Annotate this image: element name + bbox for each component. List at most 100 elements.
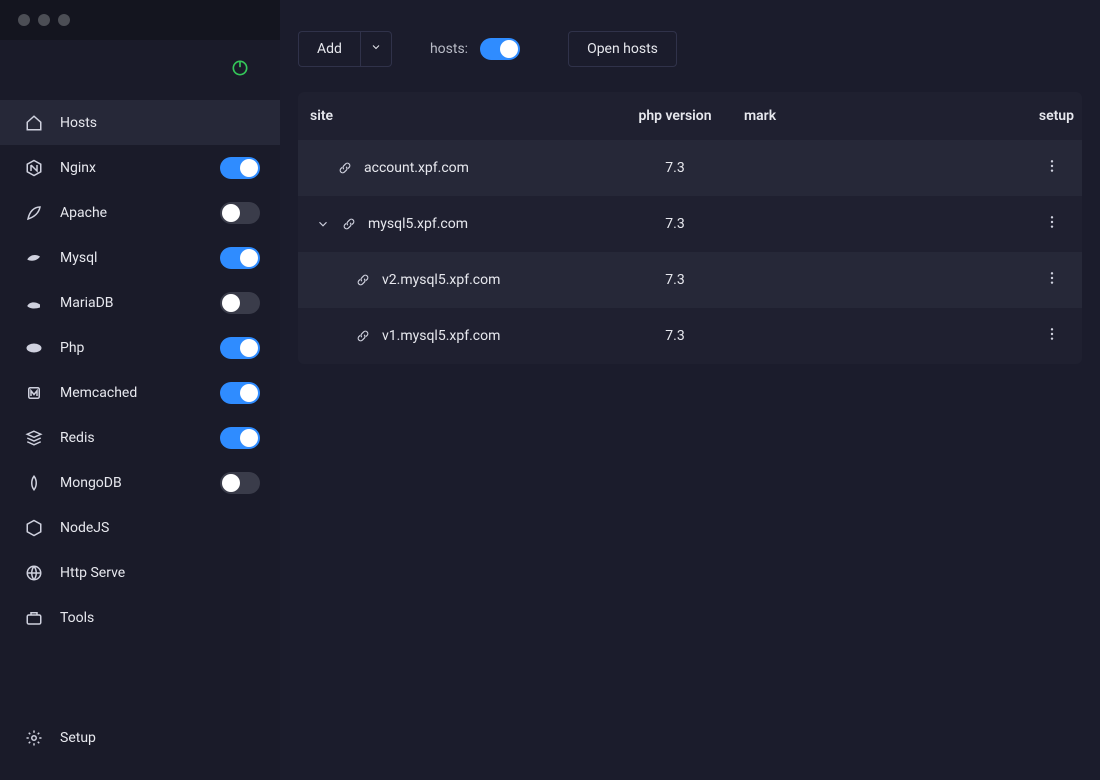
sidebar-item-httpserve[interactable]: Http Serve xyxy=(0,550,280,595)
add-button-label: Add xyxy=(317,41,342,57)
more-vertical-icon xyxy=(1044,158,1060,178)
sidebar-item-label: Php xyxy=(60,340,84,356)
sidebar-toggle-mysql[interactable] xyxy=(220,247,260,269)
sidebar-item-label: NodeJS xyxy=(60,520,109,536)
sidebar-toggle-php[interactable] xyxy=(220,337,260,359)
add-button[interactable]: Add xyxy=(298,31,360,67)
sidebar-item-memcached[interactable]: Memcached xyxy=(0,370,280,415)
php-version: 7.3 xyxy=(610,328,740,344)
link-icon[interactable] xyxy=(338,161,352,175)
site-name: account.xpf.com xyxy=(364,160,469,176)
nginx-icon xyxy=(24,158,44,178)
hosts-label: hosts: xyxy=(430,41,468,57)
power-icon[interactable] xyxy=(230,58,250,82)
link-icon[interactable] xyxy=(342,217,356,231)
sidebar-item-nodejs[interactable]: NodeJS xyxy=(0,505,280,550)
site-name: v2.mysql5.xpf.com xyxy=(382,272,500,288)
toolbar: Add hosts: Open hosts xyxy=(298,30,1082,68)
site-cell: v1.mysql5.xpf.com xyxy=(310,328,610,344)
sidebar-item-label: Redis xyxy=(60,430,95,446)
sidebar-item-label: Memcached xyxy=(60,385,137,401)
globe-icon xyxy=(24,563,44,583)
stack-icon xyxy=(24,428,44,448)
gear-icon xyxy=(24,728,44,748)
leaf-icon xyxy=(24,473,44,493)
sidebar-item-label: Hosts xyxy=(60,115,97,131)
hosts-table: site php version mark setup account.xpf.… xyxy=(298,92,1082,364)
traffic-light-minimize[interactable] xyxy=(38,14,50,26)
sidebar-toggle-nginx[interactable] xyxy=(220,157,260,179)
hosts-toggle[interactable] xyxy=(480,38,520,60)
table-row[interactable]: mysql5.xpf.com 7.3 xyxy=(298,196,1082,252)
sidebar-item-setup[interactable]: Setup xyxy=(24,715,260,760)
sidebar-item-tools[interactable]: Tools xyxy=(0,595,280,640)
sidebar-item-label: Mysql xyxy=(60,250,97,266)
sidebar-toggle-memcached[interactable] xyxy=(220,382,260,404)
site-name: mysql5.xpf.com xyxy=(368,216,468,232)
toolbox-icon xyxy=(24,608,44,628)
sidebar-item-label: Tools xyxy=(60,610,94,626)
row-setup-button[interactable] xyxy=(1038,266,1066,294)
sidebar-item-mariadb[interactable]: MariaDB xyxy=(0,280,280,325)
site-cell: mysql5.xpf.com xyxy=(310,216,610,232)
sidebar-nav: Hosts Nginx Apache Mysql MariaDB Php Memcached… xyxy=(0,100,280,715)
more-vertical-icon xyxy=(1044,270,1060,290)
sidebar-item-php[interactable]: Php xyxy=(0,325,280,370)
add-dropdown-button[interactable] xyxy=(360,31,392,67)
sidebar-item-mysql[interactable]: Mysql xyxy=(0,235,280,280)
window-titlebar xyxy=(0,0,280,40)
site-name: v1.mysql5.xpf.com xyxy=(382,328,500,344)
table-row[interactable]: v1.mysql5.xpf.com 7.3 xyxy=(298,308,1082,364)
main-content: Add hosts: Open hosts site php version m… xyxy=(280,0,1100,780)
hex-icon xyxy=(24,518,44,538)
sidebar-item-mongodb[interactable]: MongoDB xyxy=(0,460,280,505)
sidebar-toggle-apache[interactable] xyxy=(220,202,260,224)
table-row[interactable]: v2.mysql5.xpf.com 7.3 xyxy=(298,252,1082,308)
chevron-down-icon[interactable] xyxy=(316,217,330,231)
feather-icon xyxy=(24,203,44,223)
sidebar-item-nginx[interactable]: Nginx xyxy=(0,145,280,190)
php-icon xyxy=(24,338,44,358)
col-setup: setup xyxy=(1022,108,1082,124)
sidebar-item-apache[interactable]: Apache xyxy=(0,190,280,235)
php-version: 7.3 xyxy=(610,216,740,232)
row-setup-button[interactable] xyxy=(1038,154,1066,182)
sidebar: Hosts Nginx Apache Mysql MariaDB Php Memcached… xyxy=(0,0,280,780)
site-cell: account.xpf.com xyxy=(310,160,610,176)
sidebar-item-label: Apache xyxy=(60,205,107,221)
table-row[interactable]: account.xpf.com 7.3 xyxy=(298,140,1082,196)
row-setup-button[interactable] xyxy=(1038,210,1066,238)
col-site: site xyxy=(310,108,610,124)
sidebar-toggle-redis[interactable] xyxy=(220,427,260,449)
table-header: site php version mark setup xyxy=(298,92,1082,140)
sidebar-item-label: MongoDB xyxy=(60,475,122,491)
sidebar-item-label: Http Serve xyxy=(60,565,125,581)
link-icon[interactable] xyxy=(356,273,370,287)
traffic-light-close[interactable] xyxy=(18,14,30,26)
open-hosts-label: Open hosts xyxy=(587,41,658,57)
col-php: php version xyxy=(610,108,740,124)
dolphin-icon xyxy=(24,248,44,268)
sidebar-toggle-mariadb[interactable] xyxy=(220,292,260,314)
chevron-down-icon xyxy=(370,41,382,57)
php-version: 7.3 xyxy=(610,160,740,176)
seal-icon xyxy=(24,293,44,313)
sidebar-item-label: MariaDB xyxy=(60,295,114,311)
php-version: 7.3 xyxy=(610,272,740,288)
sidebar-item-label: Setup xyxy=(60,730,96,746)
row-setup-button[interactable] xyxy=(1038,322,1066,350)
memcached-icon xyxy=(24,383,44,403)
sidebar-toggle-mongodb[interactable] xyxy=(220,472,260,494)
home-icon xyxy=(24,113,44,133)
link-icon[interactable] xyxy=(356,329,370,343)
more-vertical-icon xyxy=(1044,214,1060,234)
add-button-group: Add xyxy=(298,31,392,67)
site-cell: v2.mysql5.xpf.com xyxy=(310,272,610,288)
sidebar-item-label: Nginx xyxy=(60,160,96,176)
more-vertical-icon xyxy=(1044,326,1060,346)
col-mark: mark xyxy=(740,108,1022,124)
sidebar-item-hosts[interactable]: Hosts xyxy=(0,100,280,145)
open-hosts-button[interactable]: Open hosts xyxy=(568,31,677,67)
traffic-light-zoom[interactable] xyxy=(58,14,70,26)
sidebar-item-redis[interactable]: Redis xyxy=(0,415,280,460)
